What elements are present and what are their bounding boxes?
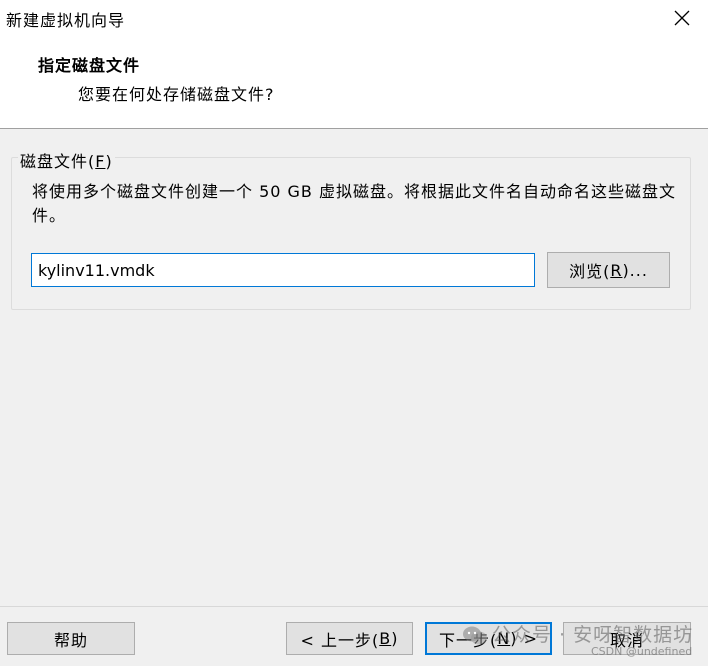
disk-filename-input[interactable] <box>31 253 535 287</box>
close-button[interactable] <box>664 2 700 34</box>
disk-file-legend-suffix: ) <box>105 152 113 171</box>
wizard-header: 新建虚拟机向导 指定磁盘文件 您要在何处存储磁盘文件? <box>0 0 708 129</box>
help-label: 帮助 <box>53 630 88 650</box>
cancel-label: 取消 <box>609 630 644 650</box>
next-key: N <box>497 629 511 648</box>
next-suffix: ) > <box>510 629 538 648</box>
disk-file-description: 将使用多个磁盘文件创建一个 50 GB 虚拟磁盘。将根据此文件名自动命名这些磁盘… <box>32 182 676 225</box>
close-icon <box>674 10 690 26</box>
window-title: 新建虚拟机向导 <box>6 11 126 30</box>
help-button[interactable]: 帮助 <box>7 622 135 655</box>
browse-button[interactable]: 浏览(R)... <box>547 252 670 288</box>
browse-key: R <box>610 260 623 280</box>
footer-divider <box>0 606 708 607</box>
back-button[interactable]: < 上一步(B) <box>286 622 413 655</box>
back-suffix: ) <box>391 629 399 648</box>
next-prefix: 下一步( <box>439 630 498 650</box>
disk-file-group-label: 磁盘文件(F) <box>18 148 115 172</box>
back-key: B <box>379 629 392 648</box>
back-prefix: < 上一步( <box>300 630 380 650</box>
browse-suffix: )... <box>622 260 648 280</box>
disk-file-legend-key: F <box>95 152 106 171</box>
browse-prefix: 浏览( <box>569 262 611 281</box>
page-subheading: 您要在何处存储磁盘文件? <box>78 85 275 104</box>
next-button[interactable]: 下一步(N) > <box>425 622 552 655</box>
disk-file-legend-prefix: 磁盘文件( <box>20 152 96 171</box>
page-heading: 指定磁盘文件 <box>38 56 141 75</box>
cancel-button[interactable]: 取消 <box>563 622 691 655</box>
